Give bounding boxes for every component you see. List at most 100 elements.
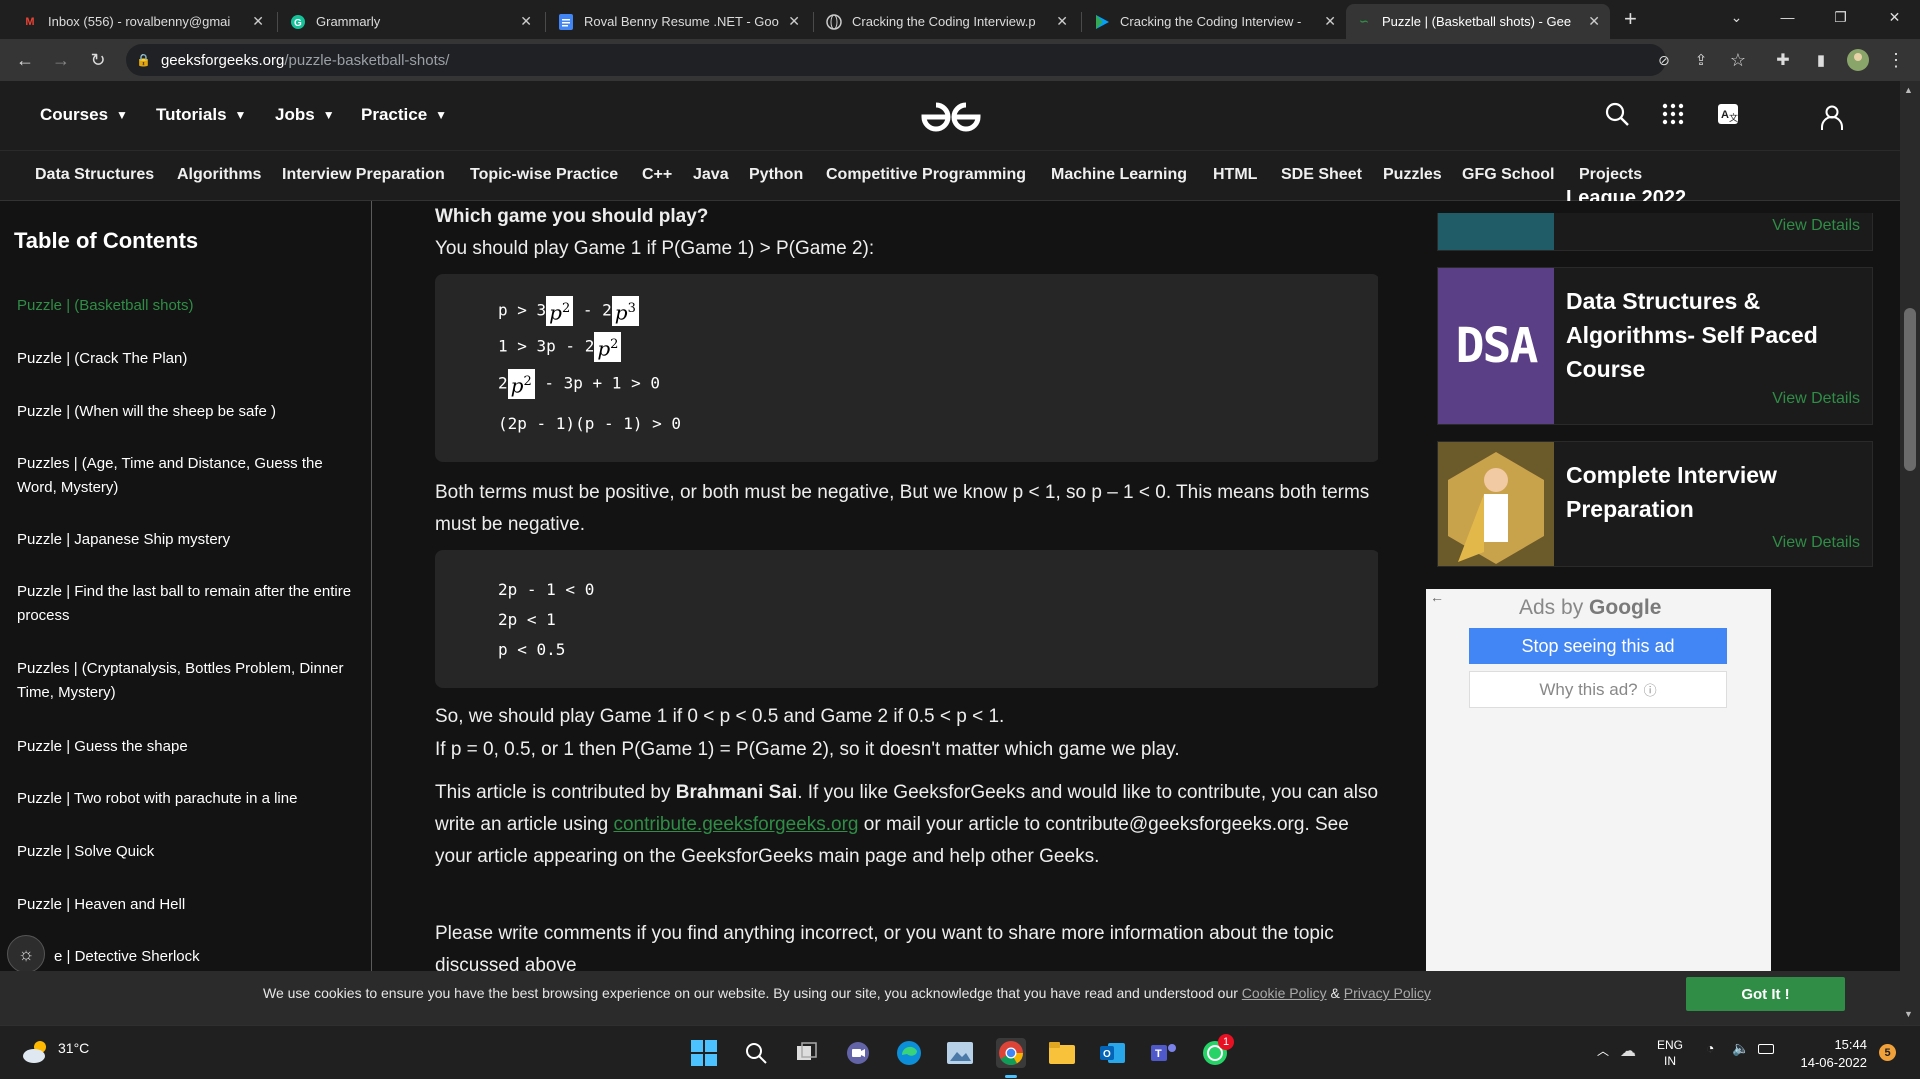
tab-cracking-pdf[interactable]: Cracking the Coding Interview.p ✕: [816, 4, 1078, 39]
toc-item[interactable]: Puzzle | Japanese Ship mystery: [17, 528, 357, 552]
side-panel-icon[interactable]: ▮: [1808, 47, 1834, 73]
nav-competitive-programming[interactable]: Competitive Programming: [826, 166, 1026, 184]
outlook-icon[interactable]: O: [1098, 1038, 1128, 1068]
volume-icon[interactable]: 🔈: [1732, 1040, 1749, 1057]
eye-slash-icon[interactable]: ⊘: [1651, 47, 1677, 73]
photos-icon[interactable]: [945, 1038, 975, 1068]
nav-puzzles[interactable]: Puzzles: [1383, 166, 1442, 184]
language-indicator[interactable]: ENG IN: [1657, 1037, 1683, 1069]
nav-cpp[interactable]: C++: [642, 166, 672, 184]
nav-html[interactable]: HTML: [1213, 166, 1257, 184]
toc-item[interactable]: Puzzle | Guess the shape: [17, 735, 357, 759]
gfg-logo[interactable]: [918, 95, 984, 140]
back-icon[interactable]: ←: [12, 47, 38, 73]
toc-item[interactable]: Puzzle | Two robot with parachute in a l…: [17, 787, 357, 811]
code-line: 2 p2 - 3p + 1 > 0: [498, 369, 660, 399]
nav-gfg-school[interactable]: GFG School: [1462, 166, 1554, 184]
extensions-icon[interactable]: ✚: [1770, 47, 1796, 73]
contribute-link[interactable]: contribute.geeksforgeeks.org: [613, 814, 858, 835]
share-icon[interactable]: ⇪: [1688, 47, 1714, 73]
search-icon[interactable]: [741, 1038, 771, 1068]
minimize-button[interactable]: —: [1765, 0, 1810, 34]
cookie-policy-link[interactable]: Cookie Policy: [1242, 985, 1327, 1001]
page-scrollbar[interactable]: ▲ ▼: [1900, 81, 1920, 1025]
toc-item[interactable]: Puzzle | (When will the sheep be safe ): [17, 400, 357, 424]
toc-item[interactable]: Puzzle | Heaven and Hell: [17, 893, 357, 917]
scroll-up-icon[interactable]: ▲: [1904, 85, 1913, 95]
course-card[interactable]: DSA Data Structures & Algorithms- Self P…: [1437, 267, 1873, 425]
back-arrow-icon[interactable]: ←: [1430, 589, 1444, 605]
close-tab-icon[interactable]: ✕: [1056, 13, 1068, 30]
search-icon[interactable]: [1604, 101, 1630, 133]
toc-item[interactable]: Puzzles | (Cryptanalysis, Bottles Proble…: [17, 657, 357, 705]
close-window-button[interactable]: ✕: [1872, 0, 1917, 34]
show-hidden-icons[interactable]: ︿: [1597, 1042, 1609, 1059]
view-details-link[interactable]: View Details: [1772, 390, 1860, 408]
theme-toggle-icon[interactable]: ☼: [7, 935, 45, 971]
edge-icon[interactable]: [894, 1038, 924, 1068]
onedrive-icon[interactable]: ☁: [1620, 1041, 1636, 1061]
course-card[interactable]: Complete Interview Preparation View Deta…: [1437, 441, 1873, 567]
close-tab-icon[interactable]: ✕: [252, 13, 264, 30]
why-this-ad-button[interactable]: Why this ad? ⓘ: [1469, 671, 1727, 708]
tab-cracking-play[interactable]: Cracking the Coding Interview - ✕: [1084, 4, 1346, 39]
apps-grid-icon[interactable]: [1662, 103, 1684, 130]
menu-courses[interactable]: Courses ▼: [40, 105, 128, 125]
toc-item[interactable]: Puzzle | Find the last ball to remain af…: [17, 580, 357, 628]
view-details-link[interactable]: View Details: [1772, 534, 1860, 552]
close-tab-icon[interactable]: ✕: [1588, 13, 1600, 30]
wifi-icon[interactable]: ◔: [1706, 1040, 1714, 1056]
nav-java[interactable]: Java: [693, 166, 729, 184]
nav-machine-learning[interactable]: Machine Learning: [1051, 166, 1187, 184]
tab-gmail[interactable]: M Inbox (556) - rovalbenny@gmai ✕: [12, 4, 274, 39]
nav-python[interactable]: Python: [749, 166, 803, 184]
close-tab-icon[interactable]: ✕: [788, 13, 800, 30]
reload-icon[interactable]: ↻: [85, 47, 111, 73]
weather-icon[interactable]: [20, 1037, 52, 1072]
toc-item[interactable]: Puzzle | (Basketball shots): [17, 294, 357, 318]
toc-item[interactable]: Puzzles | (Age, Time and Distance, Guess…: [17, 452, 357, 500]
stop-seeing-ad-button[interactable]: Stop seeing this ad: [1469, 628, 1727, 664]
nav-data-structures[interactable]: Data Structures: [35, 166, 154, 184]
menu-tutorials[interactable]: Tutorials ▼: [156, 105, 246, 125]
close-tab-icon[interactable]: ✕: [520, 13, 532, 30]
address-bar[interactable]: 🔒 geeksforgeeks.org/puzzle-basketball-sh…: [126, 44, 1666, 76]
forward-icon[interactable]: →: [48, 47, 74, 73]
task-view-icon[interactable]: [792, 1038, 822, 1068]
menu-jobs[interactable]: Jobs ▼: [275, 105, 335, 125]
windows-start-icon[interactable]: [689, 1038, 719, 1068]
weather-temp[interactable]: 31°C: [58, 1040, 89, 1056]
nav-algorithms[interactable]: Algorithms: [177, 166, 261, 184]
tab-docs[interactable]: Roval Benny Resume .NET - Goo ✕: [548, 4, 810, 39]
toc-item[interactable]: e | Detective Sherlock: [54, 945, 372, 969]
view-details-link[interactable]: View Details: [1772, 217, 1860, 235]
new-tab-button[interactable]: +: [1624, 6, 1637, 32]
restore-button[interactable]: ❐: [1818, 0, 1863, 34]
chrome-menu-icon[interactable]: ⋮: [1883, 47, 1909, 73]
teams-chat-icon[interactable]: [843, 1038, 873, 1068]
chrome-icon[interactable]: [996, 1038, 1026, 1068]
nav-interview-preparation[interactable]: Interview Preparation: [282, 166, 445, 184]
toc-item[interactable]: Puzzle | Solve Quick: [17, 840, 357, 864]
user-account-icon[interactable]: [1819, 103, 1845, 136]
tab-grammarly[interactable]: G Grammarly ✕: [280, 4, 542, 39]
bookmark-star-icon[interactable]: ☆: [1725, 47, 1751, 73]
nav-topic-wise-practice[interactable]: Topic-wise Practice: [470, 166, 618, 184]
tab-search-icon[interactable]: ⌄: [1714, 0, 1759, 34]
translate-icon[interactable]: A文: [1717, 103, 1739, 130]
file-explorer-icon[interactable]: [1047, 1038, 1077, 1068]
tab-gfg-active[interactable]: ∽ Puzzle | (Basketball shots) - Gee ✕: [1346, 4, 1610, 39]
menu-practice[interactable]: Practice ▼: [361, 105, 447, 125]
battery-icon[interactable]: [1758, 1044, 1774, 1054]
close-tab-icon[interactable]: ✕: [1324, 13, 1336, 30]
scroll-down-icon[interactable]: ▼: [1904, 1009, 1913, 1019]
got-it-button[interactable]: Got It !: [1686, 977, 1845, 1011]
teams-icon[interactable]: T: [1149, 1038, 1179, 1068]
toc-item[interactable]: Puzzle | (Crack The Plan): [17, 347, 357, 371]
notification-badge[interactable]: 5: [1879, 1044, 1896, 1061]
scrollbar-thumb[interactable]: [1904, 308, 1916, 471]
privacy-policy-link[interactable]: Privacy Policy: [1344, 985, 1431, 1001]
profile-avatar[interactable]: [1845, 47, 1871, 73]
nav-sde-sheet[interactable]: SDE Sheet: [1281, 166, 1362, 184]
clock[interactable]: 15:44 14-06-2022: [1797, 1036, 1868, 1072]
